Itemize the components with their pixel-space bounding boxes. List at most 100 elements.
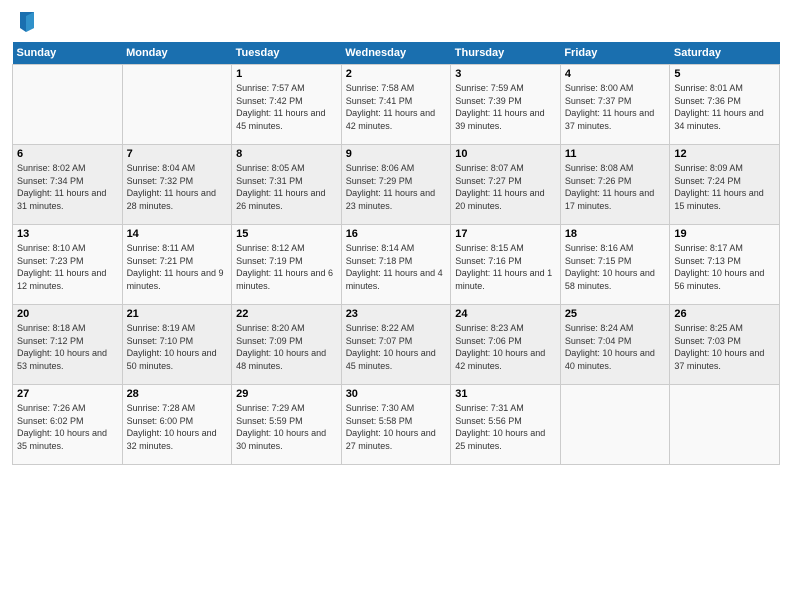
header-row: SundayMondayTuesdayWednesdayThursdayFrid… [13,42,780,65]
day-number: 28 [127,388,228,400]
day-detail: Sunrise: 8:20 AM Sunset: 7:09 PM Dayligh… [236,322,337,372]
calendar-cell: 19 Sunrise: 8:17 AM Sunset: 7:13 PM Dayli… [670,225,780,305]
week-row-3: 13 Sunrise: 8:10 AM Sunset: 7:23 PM Dayli… [13,225,780,305]
calendar-cell: 27 Sunrise: 7:26 AM Sunset: 6:02 PM Dayli… [13,385,123,465]
day-number: 4 [565,68,666,80]
day-number: 2 [346,68,447,80]
day-detail: Sunrise: 8:16 AM Sunset: 7:15 PM Dayligh… [565,242,666,292]
calendar-cell: 8Sunrise: 8:05 AM Sunset: 7:31 PM Daylig… [232,145,342,225]
day-number: 11 [565,148,666,160]
day-detail: Sunrise: 8:07 AM Sunset: 7:27 PM Dayligh… [455,162,556,212]
day-detail: Sunrise: 7:58 AM Sunset: 7:41 PM Dayligh… [346,82,447,132]
calendar-cell: 26 Sunrise: 8:25 AM Sunset: 7:03 PM Dayli… [670,305,780,385]
calendar-table: SundayMondayTuesdayWednesdayThursdayFrid… [12,42,780,465]
day-number: 19 [674,228,775,240]
day-number: 31 [455,388,556,400]
calendar-cell: 3 Sunrise: 7:59 AM Sunset: 7:39 PM Daylig… [451,65,561,145]
calendar-cell [122,65,232,145]
calendar-cell: 13 Sunrise: 8:10 AM Sunset: 7:23 PM Dayli… [13,225,123,305]
calendar-cell: 31Sunrise: 7:31 AM Sunset: 5:56 PM Dayli… [451,385,561,465]
day-detail: Sunrise: 8:19 AM Sunset: 7:10 PM Dayligh… [127,322,228,372]
day-header-friday: Friday [560,42,670,65]
week-row-2: 6 Sunrise: 8:02 AM Sunset: 7:34 PM Daylig… [13,145,780,225]
day-number: 6 [17,148,118,160]
calendar-cell: 21 Sunrise: 8:19 AM Sunset: 7:10 PM Dayli… [122,305,232,385]
day-number: 26 [674,308,775,320]
calendar-cell: 18 Sunrise: 8:16 AM Sunset: 7:15 PM Dayli… [560,225,670,305]
day-detail: Sunrise: 7:57 AM Sunset: 7:42 PM Dayligh… [236,82,337,132]
day-number: 12 [674,148,775,160]
day-number: 16 [346,228,447,240]
calendar-cell: 12Sunrise: 8:09 AM Sunset: 7:24 PM Dayli… [670,145,780,225]
day-detail: Sunrise: 8:15 AM Sunset: 7:16 PM Dayligh… [455,242,556,292]
calendar-cell: 17Sunrise: 8:15 AM Sunset: 7:16 PM Dayli… [451,225,561,305]
day-number: 22 [236,308,337,320]
day-detail: Sunrise: 7:30 AM Sunset: 5:58 PM Dayligh… [346,402,447,452]
calendar-cell: 11Sunrise: 8:08 AM Sunset: 7:26 PM Dayli… [560,145,670,225]
day-detail: Sunrise: 8:25 AM Sunset: 7:03 PM Dayligh… [674,322,775,372]
calendar-cell: 28Sunrise: 7:28 AM Sunset: 6:00 PM Dayli… [122,385,232,465]
day-detail: Sunrise: 8:01 AM Sunset: 7:36 PM Dayligh… [674,82,775,132]
day-header-wednesday: Wednesday [341,42,451,65]
calendar-cell: 10 Sunrise: 8:07 AM Sunset: 7:27 PM Dayli… [451,145,561,225]
day-detail: Sunrise: 8:05 AM Sunset: 7:31 PM Dayligh… [236,162,337,212]
day-number: 15 [236,228,337,240]
logo-icon [16,10,36,34]
week-row-5: 27 Sunrise: 7:26 AM Sunset: 6:02 PM Dayli… [13,385,780,465]
calendar-cell: 29Sunrise: 7:29 AM Sunset: 5:59 PM Dayli… [232,385,342,465]
day-detail: Sunrise: 8:12 AM Sunset: 7:19 PM Dayligh… [236,242,337,292]
calendar-cell: 4 Sunrise: 8:00 AM Sunset: 7:37 PM Daylig… [560,65,670,145]
day-detail: Sunrise: 8:00 AM Sunset: 7:37 PM Dayligh… [565,82,666,132]
day-detail: Sunrise: 8:22 AM Sunset: 7:07 PM Dayligh… [346,322,447,372]
day-number: 30 [346,388,447,400]
day-number: 18 [565,228,666,240]
day-detail: Sunrise: 8:10 AM Sunset: 7:23 PM Dayligh… [17,242,118,292]
page-container: SundayMondayTuesdayWednesdayThursdayFrid… [0,0,792,475]
day-number: 3 [455,68,556,80]
day-number: 21 [127,308,228,320]
calendar-cell: 30 Sunrise: 7:30 AM Sunset: 5:58 PM Dayli… [341,385,451,465]
day-detail: Sunrise: 8:17 AM Sunset: 7:13 PM Dayligh… [674,242,775,292]
day-detail: Sunrise: 7:26 AM Sunset: 6:02 PM Dayligh… [17,402,118,452]
calendar-cell: 5 Sunrise: 8:01 AM Sunset: 7:36 PM Daylig… [670,65,780,145]
day-number: 10 [455,148,556,160]
day-header-tuesday: Tuesday [232,42,342,65]
day-detail: Sunrise: 8:14 AM Sunset: 7:18 PM Dayligh… [346,242,447,292]
day-detail: Sunrise: 7:59 AM Sunset: 7:39 PM Dayligh… [455,82,556,132]
week-row-4: 20 Sunrise: 8:18 AM Sunset: 7:12 PM Dayli… [13,305,780,385]
day-header-sunday: Sunday [13,42,123,65]
calendar-cell: 22 Sunrise: 8:20 AM Sunset: 7:09 PM Dayli… [232,305,342,385]
calendar-cell: 2 Sunrise: 7:58 AM Sunset: 7:41 PM Daylig… [341,65,451,145]
calendar-cell [670,385,780,465]
day-header-monday: Monday [122,42,232,65]
day-number: 14 [127,228,228,240]
day-number: 27 [17,388,118,400]
day-detail: Sunrise: 8:04 AM Sunset: 7:32 PM Dayligh… [127,162,228,212]
calendar-cell: 24Sunrise: 8:23 AM Sunset: 7:06 PM Dayli… [451,305,561,385]
calendar-cell: 7 Sunrise: 8:04 AM Sunset: 7:32 PM Daylig… [122,145,232,225]
day-header-saturday: Saturday [670,42,780,65]
calendar-cell: 25Sunrise: 8:24 AM Sunset: 7:04 PM Dayli… [560,305,670,385]
day-number: 20 [17,308,118,320]
header [12,10,780,34]
day-number: 5 [674,68,775,80]
day-number: 13 [17,228,118,240]
day-detail: Sunrise: 8:23 AM Sunset: 7:06 PM Dayligh… [455,322,556,372]
week-row-1: 1 Sunrise: 7:57 AM Sunset: 7:42 PM Daylig… [13,65,780,145]
day-number: 1 [236,68,337,80]
calendar-cell: 14Sunrise: 8:11 AM Sunset: 7:21 PM Dayli… [122,225,232,305]
day-detail: Sunrise: 8:24 AM Sunset: 7:04 PM Dayligh… [565,322,666,372]
calendar-cell: 20 Sunrise: 8:18 AM Sunset: 7:12 PM Dayli… [13,305,123,385]
day-header-thursday: Thursday [451,42,561,65]
calendar-cell: 16 Sunrise: 8:14 AM Sunset: 7:18 PM Dayli… [341,225,451,305]
day-number: 7 [127,148,228,160]
day-detail: Sunrise: 8:06 AM Sunset: 7:29 PM Dayligh… [346,162,447,212]
day-number: 9 [346,148,447,160]
calendar-cell: 15 Sunrise: 8:12 AM Sunset: 7:19 PM Dayli… [232,225,342,305]
day-detail: Sunrise: 8:18 AM Sunset: 7:12 PM Dayligh… [17,322,118,372]
day-number: 23 [346,308,447,320]
day-detail: Sunrise: 8:02 AM Sunset: 7:34 PM Dayligh… [17,162,118,212]
logo [12,10,36,34]
calendar-cell: 9 Sunrise: 8:06 AM Sunset: 7:29 PM Daylig… [341,145,451,225]
calendar-cell: 23 Sunrise: 8:22 AM Sunset: 7:07 PM Dayli… [341,305,451,385]
